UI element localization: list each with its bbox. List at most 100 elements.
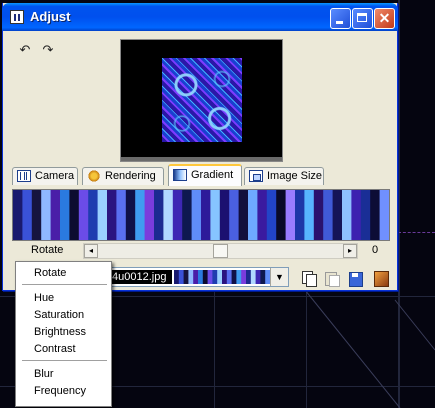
close-icon: ✕ — [378, 10, 391, 26]
gradient-stripe — [201, 190, 211, 240]
slider-left-arrow[interactable]: ◂ — [84, 244, 98, 258]
context-menu: Rotate Hue Saturation Brightness Contrast Blu… — [15, 261, 112, 407]
gradient-stripe — [285, 190, 296, 240]
menu-item-blur[interactable]: Blur — [18, 366, 107, 383]
image-preview — [120, 39, 283, 162]
gradient-stripe — [217, 270, 223, 284]
gradient-stripe — [163, 190, 174, 240]
close-button[interactable]: ✕ — [374, 8, 395, 29]
gradient-preview — [12, 189, 390, 241]
gradient-stripe — [31, 190, 42, 240]
menu-separator — [22, 360, 107, 361]
gradient-stripe — [248, 190, 258, 240]
gradient-stripe — [125, 190, 136, 240]
gradient-stripe — [379, 190, 389, 240]
tab-rendering[interactable]: Rendering — [82, 167, 164, 185]
tab-gradient[interactable]: Gradient — [168, 164, 242, 186]
gradient-stripe — [332, 190, 343, 240]
gradient-file-select[interactable]: 4u0012.jpg ▼ — [103, 267, 289, 287]
menu-item-hue[interactable]: Hue — [18, 290, 107, 307]
gradient-stripe — [260, 270, 266, 284]
gradient-stripe — [182, 190, 193, 240]
rendering-icon — [87, 170, 101, 182]
gradient-file-name: 4u0012.jpg — [106, 270, 172, 284]
gradient-stripe — [219, 190, 230, 240]
gradient-stripe — [188, 270, 194, 284]
rotate-value: 0 — [372, 244, 379, 256]
gradient-stripe — [41, 190, 52, 240]
desktop-diagonal-line — [304, 289, 401, 408]
menu-item-brightness[interactable]: Brightness — [18, 324, 107, 341]
gradient-stripe — [154, 190, 164, 240]
menu-separator — [22, 284, 107, 285]
gradient-stripe — [313, 190, 324, 240]
rotate-label: Rotate — [31, 244, 64, 256]
gradient-stripe — [231, 270, 237, 284]
app-icon — [10, 10, 24, 24]
menu-item-rotate[interactable]: Rotate — [18, 265, 107, 282]
tab-camera-label: Camera — [35, 170, 75, 182]
gradient-stripe — [226, 270, 233, 284]
gradient-stripe — [191, 190, 202, 240]
gradient-stripe — [241, 270, 247, 284]
gradient-stripe — [202, 270, 209, 284]
gradient-stripe — [144, 190, 155, 240]
adjust-window: Adjust ✕ ↶ ↷ Camera Rendering Gradient I… — [2, 3, 398, 291]
gradient-stripe — [246, 270, 252, 284]
camera-icon — [17, 170, 31, 182]
gradient-stripe — [238, 190, 249, 240]
gradient-stripe — [255, 270, 261, 284]
tab-image-size-label: Image Size — [267, 170, 323, 182]
gradient-stripe — [78, 190, 89, 240]
title-bar[interactable]: Adjust ✕ — [2, 3, 398, 31]
gradient-stripe — [13, 190, 23, 240]
gradient-file-swatch — [174, 270, 270, 284]
slider-right-arrow[interactable]: ▸ — [343, 244, 357, 258]
gradient-stripe — [351, 190, 362, 240]
gradient-stripe — [60, 190, 70, 240]
desktop-diagonal-line — [394, 299, 435, 351]
copy-icon[interactable] — [302, 271, 317, 287]
gradient-stripe — [370, 190, 381, 240]
gradient-stripe — [276, 190, 287, 240]
gradient-stripe — [172, 190, 183, 240]
menu-item-frequency[interactable]: Frequency — [18, 383, 107, 400]
tab-image-size[interactable]: Image Size — [244, 167, 324, 185]
gradient-stripe — [266, 190, 277, 240]
gradient-stripe — [250, 270, 257, 284]
rotate-slider[interactable]: ◂ ▸ — [83, 243, 358, 259]
gradient-stripe — [222, 270, 228, 284]
minimize-icon — [331, 9, 350, 28]
gradient-stripe — [107, 190, 117, 240]
gradient-stripe — [229, 190, 240, 240]
maximize-button[interactable] — [352, 8, 373, 29]
menu-item-contrast[interactable]: Contrast — [18, 341, 107, 358]
gradient-stripe — [69, 190, 80, 240]
gradient-stripe — [22, 190, 33, 240]
menu-item-saturation[interactable]: Saturation — [18, 307, 107, 324]
gradient-stripe — [236, 270, 242, 284]
gradient-stripe — [183, 270, 189, 284]
tab-camera[interactable]: Camera — [12, 167, 78, 185]
minimize-button[interactable] — [330, 8, 351, 29]
chevron-down-icon[interactable]: ▼ — [270, 268, 288, 286]
gradient-stripe — [97, 190, 108, 240]
palette-icon[interactable] — [374, 271, 389, 287]
gradient-stripe — [342, 190, 352, 240]
save-icon[interactable] — [349, 271, 363, 287]
gradient-stripe — [323, 190, 334, 240]
gradient-stripe — [174, 270, 180, 284]
tab-rendering-label: Rendering — [105, 170, 156, 182]
gradient-stripe — [295, 190, 305, 240]
slider-thumb[interactable] — [213, 244, 228, 258]
redo-icon[interactable]: ↷ — [41, 43, 55, 57]
window-title: Adjust — [30, 9, 71, 24]
gradient-stripe — [257, 190, 268, 240]
gradient-stripe — [198, 270, 204, 284]
undo-icon[interactable]: ↶ — [18, 43, 32, 57]
gradient-stripe — [88, 190, 99, 240]
gradient-stripe — [212, 270, 218, 284]
preview-bottom-bar — [121, 157, 282, 161]
paste-icon[interactable] — [325, 271, 340, 287]
gradient-stripe — [50, 190, 61, 240]
